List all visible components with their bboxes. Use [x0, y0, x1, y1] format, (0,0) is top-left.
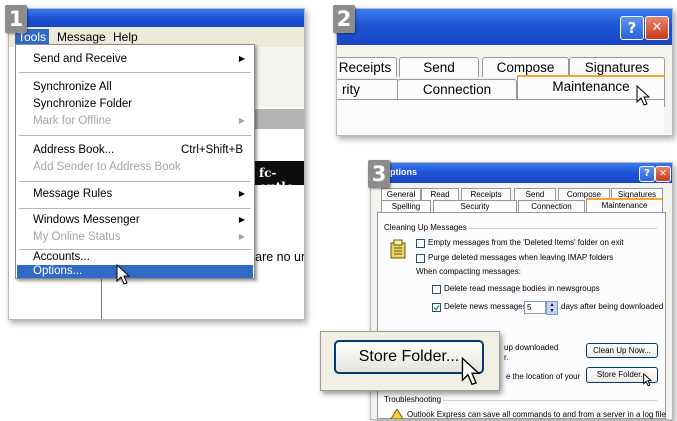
- empty-deleted-checkbox[interactable]: [416, 239, 425, 248]
- tab-receipts[interactable]: Receipts: [461, 188, 511, 200]
- menu-item-label: Message Rules: [33, 188, 113, 200]
- tab-label: Maintenance: [552, 79, 630, 94]
- step2-panel: ? ✕ Receipts Send Compose Signatures rit…: [336, 8, 673, 136]
- mouse-cursor-icon: [636, 85, 651, 106]
- menu-item-send-receive[interactable]: Send and Receive ▶: [17, 50, 253, 68]
- submenu-arrow-icon: ▶: [238, 116, 245, 125]
- mouse-cursor-icon: [116, 264, 131, 285]
- zoom-callout: Store Folder...: [320, 331, 500, 391]
- menu-item-synchronize-all[interactable]: Synchronize All: [17, 78, 253, 96]
- days-spinner-input[interactable]: 5: [524, 301, 546, 314]
- spinner-arrows[interactable]: ▲ ▼: [546, 301, 558, 315]
- menu-item-accounts[interactable]: Accounts...: [17, 248, 253, 266]
- tab-security[interactable]: Security: [433, 200, 517, 212]
- background-folder-title: fc-outlo: [259, 166, 294, 194]
- menu-item-label: Send and Receive: [33, 53, 127, 65]
- purge-imap-label: Purge deleted messages when leaving IMAP…: [428, 253, 614, 262]
- empty-deleted-label: Empty messages from the 'Deleted Items' …: [428, 238, 624, 247]
- close-button[interactable]: ✕: [645, 16, 669, 40]
- tab-connection[interactable]: Connection: [397, 79, 517, 99]
- help-button[interactable]: ?: [639, 166, 655, 182]
- delete-read-label: Delete read message bodies in newsgroups: [444, 284, 600, 293]
- tab-connection[interactable]: Connection: [518, 200, 585, 212]
- tab-send[interactable]: Send: [514, 188, 556, 200]
- submenu-arrow-icon: ▶: [238, 232, 245, 241]
- tab-read[interactable]: Read: [421, 188, 459, 200]
- menu-item-label: Synchronize All: [33, 81, 112, 93]
- tab-signatures[interactable]: Signatures: [569, 57, 665, 77]
- menu-separator: [19, 72, 251, 73]
- group-cleaning-title: Cleaning Up Messages: [384, 223, 467, 232]
- mouse-cursor-icon: [461, 357, 481, 386]
- submenu-arrow-icon: ▶: [238, 189, 245, 198]
- cleanup-wizard-icon: [390, 239, 406, 259]
- mouse-cursor-icon: [643, 373, 653, 387]
- group-divider: [443, 400, 657, 401]
- warning-icon: [391, 409, 403, 419]
- cleanup-description-2: r.: [504, 353, 509, 362]
- delete-read-checkbox[interactable]: [432, 285, 441, 294]
- menu-item-label: Mark for Offline: [33, 115, 112, 127]
- troubleshooting-description: Outlook Express can save all commands to…: [407, 410, 666, 419]
- step-badge-1: 1: [5, 5, 27, 33]
- tab-spelling[interactable]: Spelling: [381, 200, 431, 212]
- delete-news-checkbox[interactable]: [432, 303, 441, 312]
- clean-up-now-button[interactable]: Clean Up Now...: [586, 343, 658, 358]
- menu-item-windows-messenger[interactable]: Windows Messenger ▶: [17, 211, 253, 229]
- menu-help[interactable]: Help: [113, 30, 138, 44]
- menu-item-options[interactable]: Options...: [17, 265, 253, 278]
- background-toolbar: [253, 47, 304, 107]
- days-value: 5: [527, 303, 532, 312]
- menu-separator: [19, 181, 251, 182]
- background-pane-border: [101, 277, 102, 319]
- menu-item-message-rules[interactable]: Message Rules ▶: [17, 185, 253, 203]
- help-button[interactable]: ?: [620, 16, 644, 40]
- step1-panel: Tools Message Help fc-outlo There are no…: [8, 8, 305, 320]
- tab-maintenance[interactable]: Maintenance: [586, 198, 663, 213]
- delete-news-label: Delete news messages: [444, 302, 527, 311]
- menu-item-add-sender[interactable]: Add Sender to Address Book: [17, 158, 253, 176]
- tab-security[interactable]: rity: [337, 79, 399, 99]
- button-label: Store Folder...: [358, 348, 460, 365]
- menu-item-label: Options...: [33, 265, 83, 277]
- menu-item-online-status[interactable]: My Online Status ▶: [17, 228, 253, 246]
- tools-menu: Send and Receive ▶ Synchronize All Synch…: [15, 44, 255, 279]
- menu-separator: [19, 135, 251, 136]
- background-grey-bar: [253, 109, 304, 129]
- tab-send[interactable]: Send: [399, 57, 479, 77]
- troubleshooting-title: Troubleshooting: [384, 395, 442, 404]
- menu-separator: [19, 208, 251, 209]
- days-after-label: days after being downloaded: [561, 302, 664, 311]
- group-divider: [469, 228, 657, 229]
- submenu-arrow-icon: ▶: [238, 54, 245, 63]
- tab-content-area: [337, 99, 664, 135]
- purge-imap-checkbox[interactable]: [416, 254, 425, 263]
- title-bar: [9, 9, 304, 27]
- close-button[interactable]: ✕: [655, 166, 671, 182]
- tab-receipts[interactable]: Receipts: [337, 57, 397, 77]
- menu-item-label: Windows Messenger: [33, 214, 140, 226]
- submenu-arrow-icon: ▶: [238, 215, 245, 224]
- menu-item-label: My Online Status: [33, 231, 121, 243]
- menu-item-label: Address Book...: [33, 144, 115, 156]
- checkmark-icon: [433, 305, 440, 311]
- compacting-label: When compacting messages:: [416, 267, 521, 276]
- tab-compose[interactable]: Compose: [482, 57, 569, 77]
- menu-item-address-book[interactable]: Address Book... Ctrl+Shift+B: [17, 141, 253, 159]
- menu-item-label: Accounts...: [33, 251, 90, 263]
- shortcut-label: Ctrl+Shift+B: [181, 144, 243, 156]
- step-badge-3: 3: [368, 160, 390, 188]
- tab-general[interactable]: General: [381, 188, 421, 200]
- store-folder-description: e the location of your: [506, 372, 581, 381]
- step-badge-2: 2: [333, 5, 355, 33]
- menu-item-mark-offline[interactable]: Mark for Offline ▶: [17, 112, 253, 130]
- menu-item-label: Add Sender to Address Book: [33, 161, 181, 173]
- cleanup-description-1: up downloaded: [504, 343, 559, 352]
- menu-item-label: Synchronize Folder: [33, 98, 133, 110]
- menu-item-synchronize-folder[interactable]: Synchronize Folder: [17, 95, 253, 113]
- menu-message[interactable]: Message: [57, 30, 106, 44]
